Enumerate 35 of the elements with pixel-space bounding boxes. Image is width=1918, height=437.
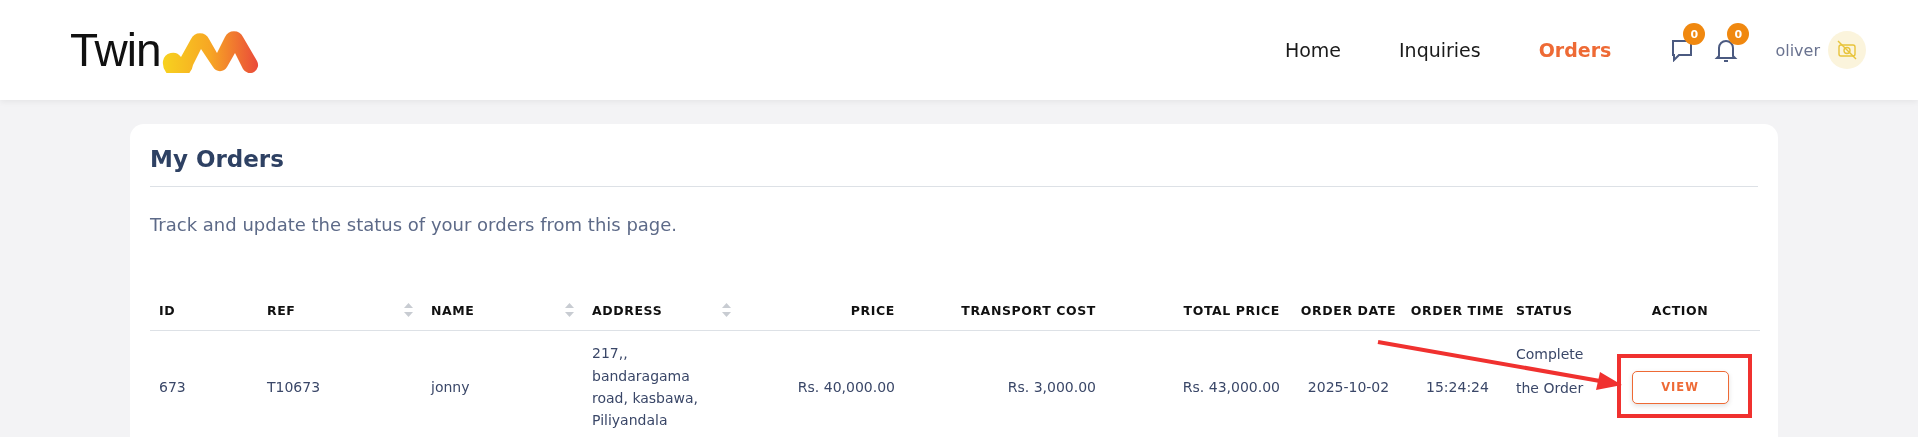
nav-link[interactable]: Inquiries xyxy=(1399,39,1481,61)
count-badge: 0 xyxy=(1683,23,1706,45)
column-header: ID xyxy=(159,302,176,318)
column-header: STATUS xyxy=(1516,302,1573,318)
nav-link[interactable]: Home xyxy=(1284,39,1341,61)
column-header: TOTAL PRICE xyxy=(1183,302,1280,318)
table-cell-text: 217,, bandaragama road, kasbawa, Piliyandala xyxy=(592,344,700,431)
sort-icon[interactable] xyxy=(404,301,413,319)
table-cell-text: Rs. 43,000.00 xyxy=(1182,377,1280,397)
bell-icon[interactable] xyxy=(1714,37,1739,63)
table-cell-text: jonny xyxy=(431,377,470,397)
column-header: TRANSPORT COST xyxy=(961,302,1096,318)
table-cell-text: Complete the Order xyxy=(1516,345,1585,398)
table-cell-text: 673 xyxy=(159,377,186,397)
table-cell-text: Rs. 3,000.00 xyxy=(1007,377,1096,397)
column-header[interactable]: REF xyxy=(267,302,296,318)
column-header: ORDER DATE xyxy=(1300,302,1397,318)
sort-icon[interactable] xyxy=(722,301,731,319)
table-cell-text: Rs. 40,000.00 xyxy=(797,377,895,397)
page-title: My Orders xyxy=(150,124,1758,187)
table-cell-text: T10673 xyxy=(267,377,321,397)
column-header: ORDER TIME xyxy=(1410,302,1505,318)
table-cell-text: 15:24:24 xyxy=(1426,377,1489,397)
table-cell-text: 2025-10-02 xyxy=(1307,377,1390,397)
count-badge: 0 xyxy=(1727,23,1750,45)
avatar-icon[interactable] xyxy=(1828,31,1866,69)
page-subtitle: Track and update the status of your orders from this page. xyxy=(150,214,679,235)
logo-text[interactable]: Twin xyxy=(70,27,161,73)
column-header: ACTION xyxy=(1651,302,1709,318)
sort-icon[interactable] xyxy=(565,301,574,319)
column-header[interactable]: NAME xyxy=(431,302,475,318)
column-header: PRICE xyxy=(850,302,895,318)
column-header[interactable]: ADDRESS xyxy=(592,302,663,318)
user-name[interactable]: oliver xyxy=(1775,40,1820,60)
chat-icon[interactable] xyxy=(1670,38,1695,62)
